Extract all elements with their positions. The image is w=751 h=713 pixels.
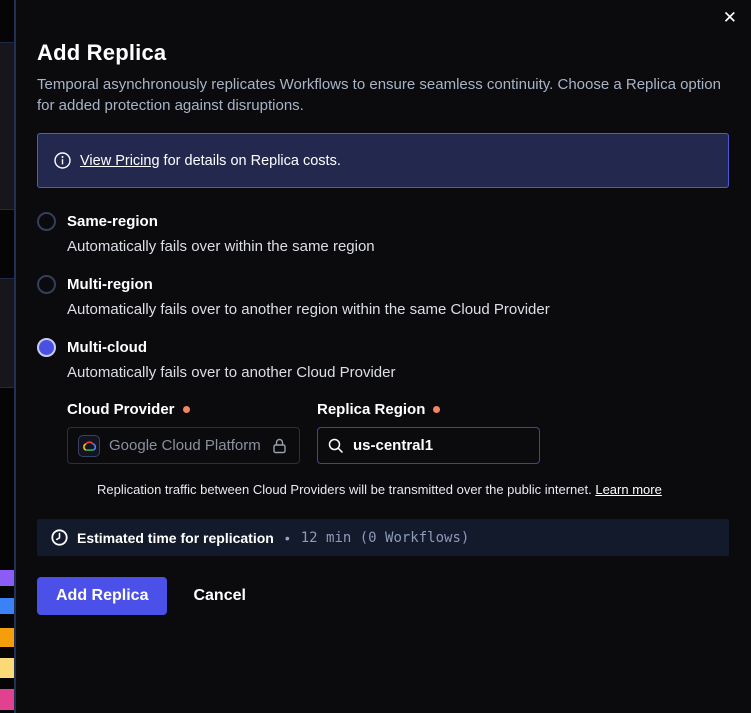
replica-region-input[interactable]	[353, 437, 513, 454]
pricing-banner: View Pricing for details on Replica cost…	[37, 133, 729, 188]
add-replica-button[interactable]: Add Replica	[37, 577, 167, 615]
option-same-region: Same-region Automatically fails over wit…	[37, 212, 729, 255]
replica-region-field[interactable]	[317, 427, 540, 464]
traffic-note: Replication traffic between Cloud Provid…	[97, 482, 729, 497]
cloud-provider-label: Cloud Provider	[67, 401, 317, 418]
option-label: Same-region	[67, 213, 158, 230]
option-description: Automatically fails over within the same…	[67, 238, 729, 255]
learn-more-link[interactable]: Learn more	[595, 482, 661, 497]
backdrop-stripe	[0, 598, 14, 614]
option-label: Multi-cloud	[67, 339, 147, 356]
replica-region-label: Replica Region	[317, 401, 440, 418]
multi-cloud-form: Cloud Provider Replica Region	[67, 401, 729, 497]
backdrop-stripe	[0, 658, 14, 678]
cancel-button[interactable]: Cancel	[193, 587, 245, 605]
radio-circle-icon[interactable]	[37, 275, 56, 294]
modal-actions: Add Replica Cancel	[37, 577, 729, 615]
backdrop-stripe	[0, 689, 14, 710]
underlying-page-edge	[0, 0, 14, 713]
gcp-logo-icon	[78, 435, 100, 457]
required-dot-icon	[183, 406, 190, 413]
option-description: Automatically fails over to another regi…	[67, 301, 729, 318]
radio-circle-icon[interactable]	[37, 212, 56, 231]
info-icon	[54, 152, 71, 169]
backdrop-stripe	[0, 628, 14, 647]
backdrop-panel	[0, 278, 14, 388]
estimate-separator: •	[285, 530, 290, 546]
cloud-provider-select[interactable]: Google Cloud Platform	[67, 427, 300, 464]
option-description: Automatically fails over to another Clou…	[67, 364, 729, 381]
estimate-value: 12 min (0 Workflows)	[301, 530, 470, 546]
required-dot-icon	[433, 406, 440, 413]
modal-title: Add Replica	[37, 40, 729, 66]
option-label: Multi-region	[67, 276, 153, 293]
radio-multi-cloud[interactable]: Multi-cloud	[37, 338, 729, 357]
replica-options: Same-region Automatically fails over wit…	[37, 212, 729, 497]
option-multi-region: Multi-region Automatically fails over to…	[37, 275, 729, 318]
option-multi-cloud: Multi-cloud Automatically fails over to …	[37, 338, 729, 497]
radio-circle-selected-icon[interactable]	[37, 338, 56, 357]
pricing-banner-text: View Pricing for details on Replica cost…	[80, 153, 341, 169]
clock-icon	[51, 529, 68, 546]
cloud-provider-value: Google Cloud Platform	[109, 437, 261, 454]
estimate-banner: Estimated time for replication • 12 min …	[37, 519, 729, 556]
radio-same-region[interactable]: Same-region	[37, 212, 729, 231]
search-icon	[328, 438, 344, 454]
lock-icon	[272, 438, 287, 454]
add-replica-modal: ✕ Add Replica Temporal asynchronously re…	[16, 0, 751, 713]
estimate-label: Estimated time for replication	[77, 530, 274, 546]
radio-multi-region[interactable]: Multi-region	[37, 275, 729, 294]
close-icon[interactable]: ✕	[723, 9, 737, 26]
backdrop-stripe	[0, 570, 14, 586]
modal-description: Temporal asynchronously replicates Workf…	[37, 74, 729, 116]
view-pricing-link[interactable]: View Pricing	[80, 153, 160, 169]
backdrop-panel	[0, 42, 14, 210]
